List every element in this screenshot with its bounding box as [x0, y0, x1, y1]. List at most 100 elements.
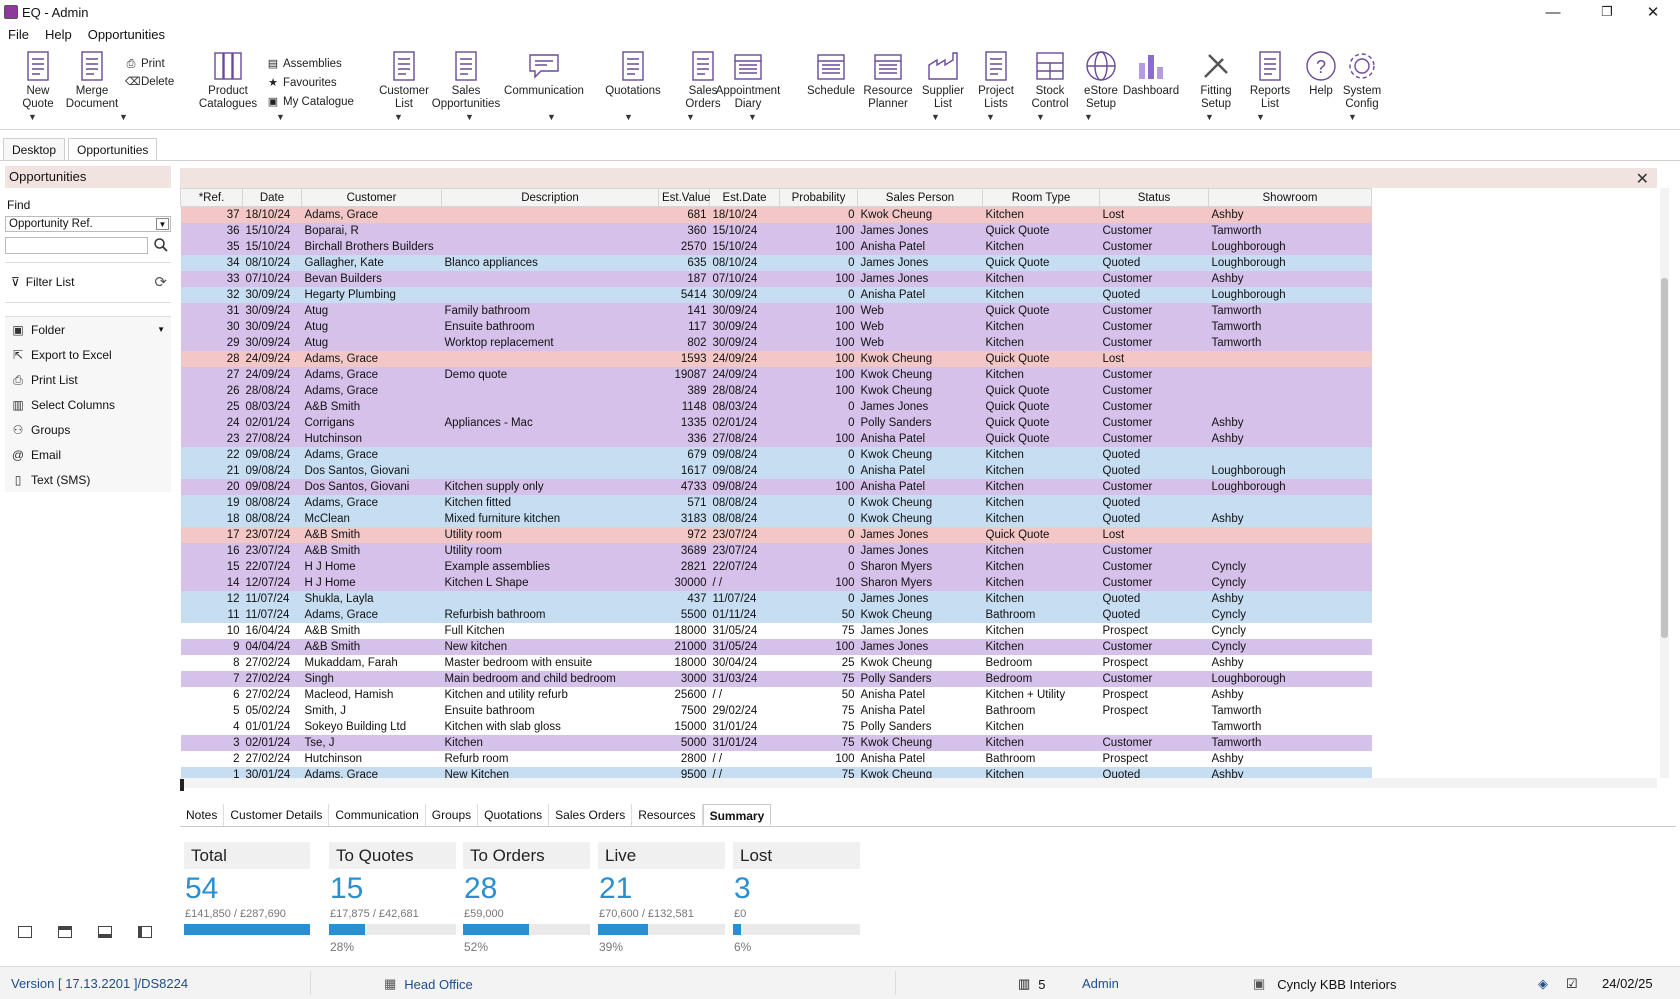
table-row[interactable]: 5 05/02/24 Smith, J Ensuite bathroom 7500 29/…	[180, 703, 1372, 719]
ribbon-dropdown-arrow-icon[interactable]: ▼	[748, 112, 757, 122]
table-row[interactable]: 32 30/09/24 Hegarty Plumbing 5414 30/09/24 0 A…	[180, 287, 1372, 303]
communication-button[interactable]: Communication	[504, 49, 584, 98]
horizontal-scrollbar[interactable]	[180, 778, 1657, 791]
product-catalogues-button[interactable]: Product Catalogues	[194, 49, 262, 111]
side-item-print-list[interactable]: ⎙ Print List	[5, 367, 171, 392]
tab-customer-details[interactable]: Customer Details	[224, 804, 330, 826]
table-row[interactable]: 18 08/08/24 McClean Mixed furniture kitchen…	[180, 511, 1372, 527]
ribbon-dropdown-arrow-icon[interactable]: ▼	[686, 112, 695, 122]
system-config-button[interactable]: System Config	[1328, 49, 1396, 111]
customer-list-button[interactable]: Customer List	[370, 49, 438, 111]
table-row[interactable]: 30 30/09/24 Atug Ensuite bathroom 117 30/09/2…	[180, 319, 1372, 335]
side-item-email[interactable]: @ Email	[5, 442, 171, 467]
search-icon[interactable]	[153, 237, 169, 253]
menu-opportunities[interactable]: Opportunities	[80, 27, 173, 42]
table-row[interactable]: 11 11/07/24 Adams, Grace Refurbish bathroom…	[180, 607, 1372, 623]
table-row[interactable]: 33 07/10/24 Bevan Builders 187 07/10/24 100 Ja…	[180, 271, 1372, 287]
opportunities-grid[interactable]: *Ref. Date Customer Description Est.Value Est…	[180, 188, 1657, 778]
table-row[interactable]: 1 30/01/24 Adams, Grace New Kitchen 9500/ /7…	[180, 767, 1372, 778]
tab-summary[interactable]: Summary	[702, 804, 772, 826]
chevron-down-icon[interactable]: ▼	[156, 218, 169, 230]
tab-sales-orders[interactable]: Sales Orders	[549, 804, 633, 826]
merge-document-button[interactable]: Merge Document	[58, 49, 126, 111]
table-row[interactable]: 37 18/10/24 Adams, Grace 681 18/10/24 0 Kwok C…	[180, 206, 1372, 223]
maximize-button[interactable]: ❐	[1584, 0, 1630, 24]
layout-single-icon[interactable]	[18, 926, 32, 938]
minimize-button[interactable]: —	[1530, 0, 1576, 24]
ribbon-dropdown-arrow-icon[interactable]: ▼	[119, 112, 128, 122]
tab-quotations[interactable]: Quotations	[478, 804, 550, 826]
ribbon-dropdown-arrow-icon[interactable]: ▼	[624, 112, 633, 122]
ribbon-dropdown-arrow-icon[interactable]: ▼	[28, 112, 37, 122]
find-field-select[interactable]: Opportunity Ref. ▼	[5, 216, 171, 232]
column-header[interactable]: Est.Value	[658, 188, 710, 207]
ribbon-dropdown-arrow-icon[interactable]: ▼	[276, 112, 285, 122]
column-header[interactable]: *Ref.	[180, 188, 243, 207]
layout-top-icon[interactable]	[58, 926, 72, 938]
assemblies-button[interactable]: ▤ Assemblies	[267, 58, 342, 70]
tab-resources[interactable]: Resources	[632, 804, 703, 826]
layout-side-icon[interactable]	[138, 926, 152, 938]
side-item-select-columns[interactable]: ▥ Select Columns	[5, 392, 171, 417]
table-row[interactable]: 6 27/02/24 Macleod, Hamish Kitchen and util…	[180, 687, 1372, 703]
column-header[interactable]: Status	[1099, 188, 1209, 207]
close-window-button[interactable]: ✕	[1630, 0, 1676, 24]
side-item-groups[interactable]: ⚇ Groups	[5, 417, 171, 442]
table-row[interactable]: 9 04/04/24 A&B Smith New kitchen 21000 31/05/…	[180, 639, 1372, 655]
table-row[interactable]: 16 23/07/24 A&B Smith Utility room 3689 23/07…	[180, 543, 1372, 559]
table-row[interactable]: 17 23/07/24 A&B Smith Utility room 972 23/07/…	[180, 527, 1372, 543]
scrollbar-thumb[interactable]	[180, 779, 184, 791]
ribbon-dropdown-arrow-icon[interactable]: ▼	[986, 112, 995, 122]
table-row[interactable]: 26 28/08/24 Adams, Grace 389 28/08/24 100 Kwok…	[180, 383, 1372, 399]
favourites-button[interactable]: ★ Favourites	[267, 77, 337, 89]
branch-status[interactable]: ▦ Head Office	[384, 976, 473, 992]
table-row[interactable]: 28 24/09/24 Adams, Grace 1593 24/09/24 100 Kwo…	[180, 351, 1372, 367]
column-header[interactable]: Probability	[779, 188, 858, 207]
table-row[interactable]: 8 27/02/24 Mukaddam, Farah Master bedroom w…	[180, 655, 1372, 671]
close-icon[interactable]: ✕	[1636, 169, 1649, 189]
table-row[interactable]: 15 22/07/24 H J Home Example assemblies 2821…	[180, 559, 1372, 575]
tab-notes[interactable]: Notes	[180, 804, 225, 826]
side-item-folder[interactable]: ▣ Folder ▼	[5, 317, 171, 342]
layout-bottom-icon[interactable]	[98, 926, 112, 938]
table-row[interactable]: 22 09/08/24 Adams, Grace 679 09/08/24 0 Kwok C…	[180, 447, 1372, 463]
table-row[interactable]: 20 09/08/24 Dos Santos, Giovani Kitchen sup…	[180, 479, 1372, 495]
table-row[interactable]: 25 08/03/24 A&B Smith 1148 08/03/24 0 James Jo…	[180, 399, 1372, 415]
column-header[interactable]: Showroom	[1208, 188, 1372, 207]
ribbon-dropdown-arrow-icon[interactable]: ▼	[1036, 112, 1045, 122]
column-header[interactable]: Date	[242, 188, 302, 207]
column-header[interactable]: Description	[441, 188, 659, 207]
filter-list-button[interactable]: ⊽ Filter List ⟳	[5, 268, 171, 296]
table-row[interactable]: 7 27/02/24 Singh Main bedroom and child bed…	[180, 671, 1372, 687]
table-row[interactable]: 2 27/02/24 Hutchinson Refurb room 2800/ /100…	[180, 751, 1372, 767]
table-row[interactable]: 24 02/01/24 Corrigans Appliances - Mac 1335 0…	[180, 415, 1372, 431]
table-row[interactable]: 10 16/04/24 A&B Smith Full Kitchen 18000 31/0…	[180, 623, 1372, 639]
ribbon-dropdown-arrow-icon[interactable]: ▼	[1084, 112, 1093, 122]
ribbon-dropdown-arrow-icon[interactable]: ▼	[1205, 112, 1214, 122]
tab-communication[interactable]: Communication	[329, 804, 426, 826]
table-row[interactable]: 29 30/09/24 Atug Worktop replacement 802 30/0…	[180, 335, 1372, 351]
table-row[interactable]: 36 15/10/24 Boparai, R 360 15/10/24 100 James …	[180, 223, 1372, 239]
table-row[interactable]: 23 27/08/24 Hutchinson 336 27/08/24 100 Anisha…	[180, 431, 1372, 447]
dashboard-button[interactable]: Dashboard	[1117, 49, 1185, 98]
sales-opportunities-button[interactable]: Sales Opportunities	[432, 49, 500, 111]
column-header[interactable]: Room Type	[982, 188, 1100, 207]
find-input[interactable]	[5, 237, 148, 254]
ribbon-dropdown-arrow-icon[interactable]: ▼	[931, 112, 940, 122]
column-header[interactable]: Customer	[301, 188, 442, 207]
quotations-button[interactable]: Quotations	[599, 49, 667, 98]
table-row[interactable]: 4 01/01/24 Sokeyo Building Ltd Kitchen with…	[180, 719, 1372, 735]
vertical-scrollbar[interactable]	[1660, 188, 1669, 778]
table-row[interactable]: 14 12/07/24 H J Home Kitchen L Shape 30000/ …	[180, 575, 1372, 591]
table-row[interactable]: 3 02/01/24 Tse, J Kitchen 5000 31/01/24 75 Kwok…	[180, 735, 1372, 751]
appointment-diary-button[interactable]: Appointment Diary	[714, 49, 782, 111]
task-check-icon[interactable]: ☑	[1566, 976, 1578, 992]
column-header[interactable]: Sales Person	[857, 188, 983, 207]
table-row[interactable]: 12 11/07/24 Shukla, Layla 437 11/07/24 0 James…	[180, 591, 1372, 607]
table-row[interactable]: 19 08/08/24 Adams, Grace Kitchen fitted 571 0…	[180, 495, 1372, 511]
menu-help[interactable]: Help	[37, 27, 80, 42]
tab-desktop[interactable]: Desktop	[3, 138, 66, 160]
ribbon-dropdown-arrow-icon[interactable]: ▼	[547, 112, 556, 122]
table-row[interactable]: 31 30/09/24 Atug Family bathroom 141 30/09/24…	[180, 303, 1372, 319]
ribbon-dropdown-arrow-icon[interactable]: ▼	[1348, 112, 1357, 122]
